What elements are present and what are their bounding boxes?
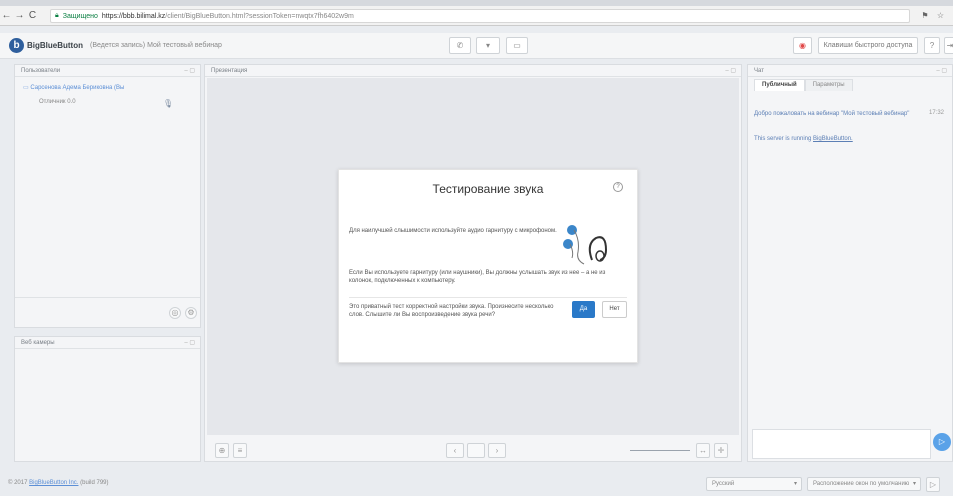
tab-parameters[interactable]: Параметры bbox=[804, 79, 853, 91]
annotation-button[interactable]: ≡ bbox=[233, 443, 247, 458]
panel-window-controls[interactable]: – ▢ bbox=[184, 339, 195, 346]
footer: © 2017 BigBlueButton Inc. (build 799) Ру… bbox=[0, 474, 953, 496]
copyright-text: © 2017 BigBlueButton Inc. (build 799) bbox=[8, 480, 109, 486]
chat-server-message: This server is running BigBlueButton. bbox=[754, 136, 853, 142]
fit-width-button[interactable]: ↔ bbox=[696, 443, 710, 458]
headset-icon bbox=[563, 225, 608, 265]
forward-icon[interactable]: → bbox=[13, 10, 26, 21]
lock-icon: 🔒︎ bbox=[55, 12, 59, 19]
desktop-share-button[interactable]: ▭ bbox=[506, 37, 528, 54]
dialog-text-instruction: Если Вы используете гарнитуру (или наушн… bbox=[349, 270, 606, 284]
chat-welcome-message: Добро пожаловать на вебинар "Мой тестовы… bbox=[754, 111, 910, 117]
webcams-panel-title: Веб камеры – ▢ bbox=[15, 337, 200, 349]
record-icon: ◉ bbox=[799, 41, 806, 50]
mic-icon[interactable]: 🎙︎ bbox=[163, 99, 173, 108]
webcams-panel: Веб камеры – ▢ bbox=[14, 336, 201, 462]
send-icon[interactable]: ▷ bbox=[933, 433, 951, 451]
user-name: Сарсенова Адема Бериковна (Вы bbox=[30, 85, 125, 91]
url-text: https://bbb.bilimal.kz/client/BigBlueBut… bbox=[101, 12, 354, 20]
dialog-text-headset: Для наилучшей слышимости используйте ауд… bbox=[349, 228, 557, 234]
chat-panel-title: Чат – ▢ bbox=[748, 65, 952, 77]
fit-page-button[interactable]: ✛ bbox=[714, 443, 728, 458]
bigbluebutton-logo-icon: b bbox=[9, 38, 24, 53]
address-bar: ← → C 🔒︎ Защищено https://bbb.bilimal.kz… bbox=[0, 6, 953, 26]
upload-button[interactable]: ⊕ bbox=[215, 443, 229, 458]
presentation-toolbar: ⊕ ≡ ‹ › ↔ ✛ bbox=[207, 438, 739, 462]
language-select[interactable]: Русский ▾ bbox=[706, 477, 802, 491]
presentation-panel-title: Презентация – ▢ bbox=[205, 65, 741, 77]
users-panel-title: Пользователи – ▢ bbox=[15, 65, 200, 77]
phone-icon: ✆ bbox=[456, 41, 464, 50]
reload-icon[interactable]: C bbox=[26, 10, 39, 21]
help-icon[interactable]: ? bbox=[613, 182, 623, 192]
apply-layout-button[interactable]: ▷ bbox=[926, 477, 940, 492]
audio-test-dialog: Тестирование звука ? Для наилучшей слыши… bbox=[338, 169, 638, 363]
monitor-icon: ▭ bbox=[513, 41, 521, 50]
prev-slide-button[interactable]: ‹ bbox=[446, 443, 464, 458]
record-button[interactable]: ◉ bbox=[793, 37, 812, 54]
zoom-slider[interactable] bbox=[630, 450, 690, 451]
panel-window-controls[interactable]: – ▢ bbox=[936, 67, 947, 74]
hotkeys-button[interactable]: Клавиши быстрого доступа bbox=[818, 37, 918, 54]
layout-select[interactable]: Расположение окон по умолчанию ▾ bbox=[807, 477, 921, 491]
phone-button[interactable]: ✆ bbox=[449, 37, 471, 54]
panel-window-controls[interactable]: – ▢ bbox=[725, 67, 736, 74]
panel-window-controls[interactable]: – ▢ bbox=[184, 67, 195, 74]
dialog-divider bbox=[349, 297, 627, 298]
user-status: Отличник 0.0 bbox=[39, 99, 76, 105]
tab-public[interactable]: Публичный bbox=[754, 79, 805, 91]
slide-number-field[interactable] bbox=[467, 443, 485, 458]
help-button[interactable]: ? bbox=[924, 37, 940, 54]
user-row[interactable]: ▭ Сарсенова Адема Бериковна (Вы bbox=[23, 84, 124, 91]
bookmark-star-icon[interactable]: ⚑ ☆ bbox=[921, 11, 947, 20]
mic-dropdown-button[interactable]: ▾ bbox=[476, 37, 500, 54]
dialog-title: Тестирование звука bbox=[432, 182, 544, 196]
yes-button[interactable]: Да bbox=[572, 301, 595, 318]
settings-button[interactable]: ◎ bbox=[169, 307, 181, 319]
session-title: (Ведется запись) Мой тестовый вебинар bbox=[90, 42, 222, 49]
monitor-icon: ▭ bbox=[23, 85, 29, 91]
users-panel-divider bbox=[15, 297, 200, 298]
chat-input[interactable] bbox=[752, 429, 931, 459]
help-icon: ? bbox=[929, 41, 935, 50]
bigbluebutton-link[interactable]: BigBlueButton. bbox=[813, 136, 853, 142]
copyright-link[interactable]: BigBlueButton Inc. bbox=[29, 480, 78, 486]
chat-tabs: Публичный Параметры bbox=[754, 79, 853, 91]
brand-name: BigBlueButton bbox=[27, 41, 83, 50]
dialog-text-question: Это приватный тест корректной настройки … bbox=[349, 304, 554, 318]
secure-label: Защищено bbox=[62, 12, 98, 20]
gear-icon[interactable]: ⚙ bbox=[185, 307, 197, 319]
app-header: b BigBlueButton (Ведется запись) Мой тес… bbox=[0, 33, 953, 59]
logout-button[interactable]: ⇥ bbox=[944, 37, 953, 54]
next-slide-button[interactable]: › bbox=[488, 443, 506, 458]
users-panel: Пользователи – ▢ ▭ Сарсенова Адема Берик… bbox=[14, 64, 201, 328]
no-button[interactable]: Нет bbox=[602, 301, 627, 318]
back-icon[interactable]: ← bbox=[0, 10, 13, 21]
chat-panel: Чат – ▢ Публичный Параметры 17:32 Добро … bbox=[747, 64, 953, 462]
url-field[interactable]: 🔒︎ Защищено https://bbb.bilimal.kz/clien… bbox=[50, 9, 910, 23]
chat-timestamp: 17:32 bbox=[928, 110, 944, 116]
